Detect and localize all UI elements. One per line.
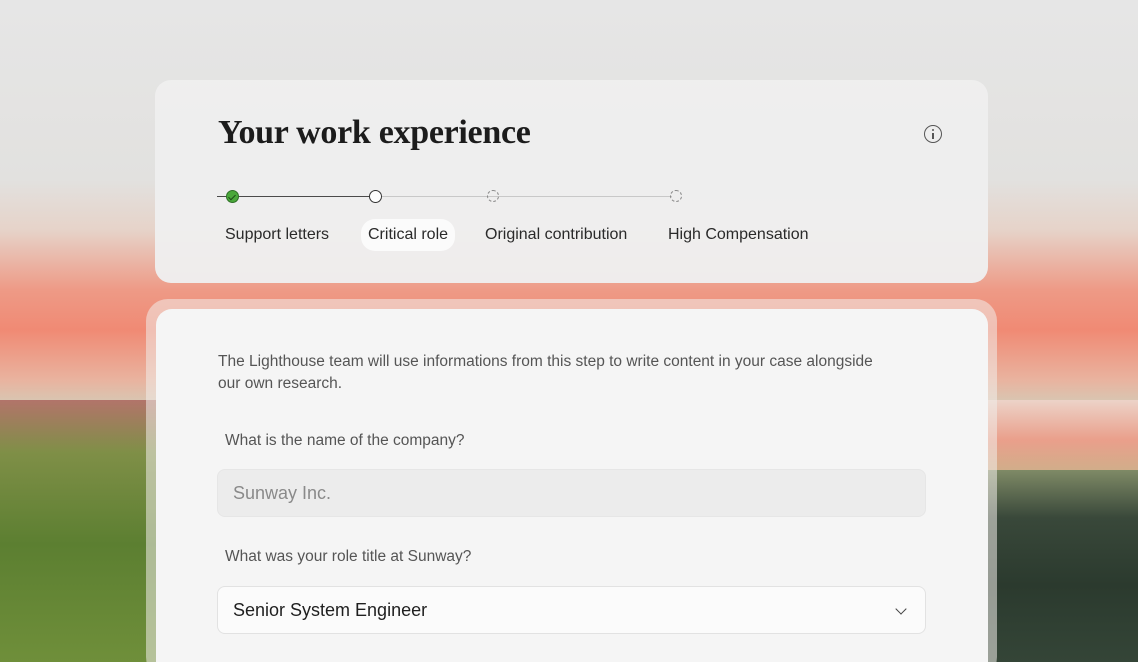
background-hill-right — [978, 470, 1138, 662]
step-current-indicator — [369, 190, 382, 203]
step-pending-indicator — [487, 190, 499, 202]
info-icon[interactable] — [924, 125, 942, 143]
check-circle-icon — [226, 190, 239, 203]
chevron-down-icon[interactable] — [895, 603, 907, 615]
role-title-value: Senior System Engineer — [233, 599, 428, 620]
stepper-track-pending — [382, 196, 672, 197]
company-name-field[interactable]: Sunway Inc. — [217, 469, 926, 517]
page-title: Your work experience — [218, 114, 531, 151]
stepper-track-complete — [217, 196, 370, 197]
step-pending-indicator — [670, 190, 682, 202]
role-title-select[interactable]: Senior System Engineer — [217, 586, 926, 634]
header-card — [155, 80, 988, 283]
company-name-value: Sunway Inc. — [233, 482, 332, 503]
step-support-letters[interactable]: Support letters — [225, 226, 329, 244]
step-critical-role[interactable]: Critical role — [361, 219, 456, 251]
step-original-contribution[interactable]: Original contribution — [485, 226, 627, 244]
form-intro-text: The Lighthouse team will use information… — [218, 353, 873, 392]
role-question-label: What was your role title at Sunway? — [225, 548, 472, 565]
step-high-compensation[interactable]: High Compensation — [668, 226, 809, 244]
background-hill-left — [0, 400, 160, 662]
background-sky-right — [978, 400, 1138, 480]
company-question-label: What is the name of the company? — [225, 432, 465, 449]
